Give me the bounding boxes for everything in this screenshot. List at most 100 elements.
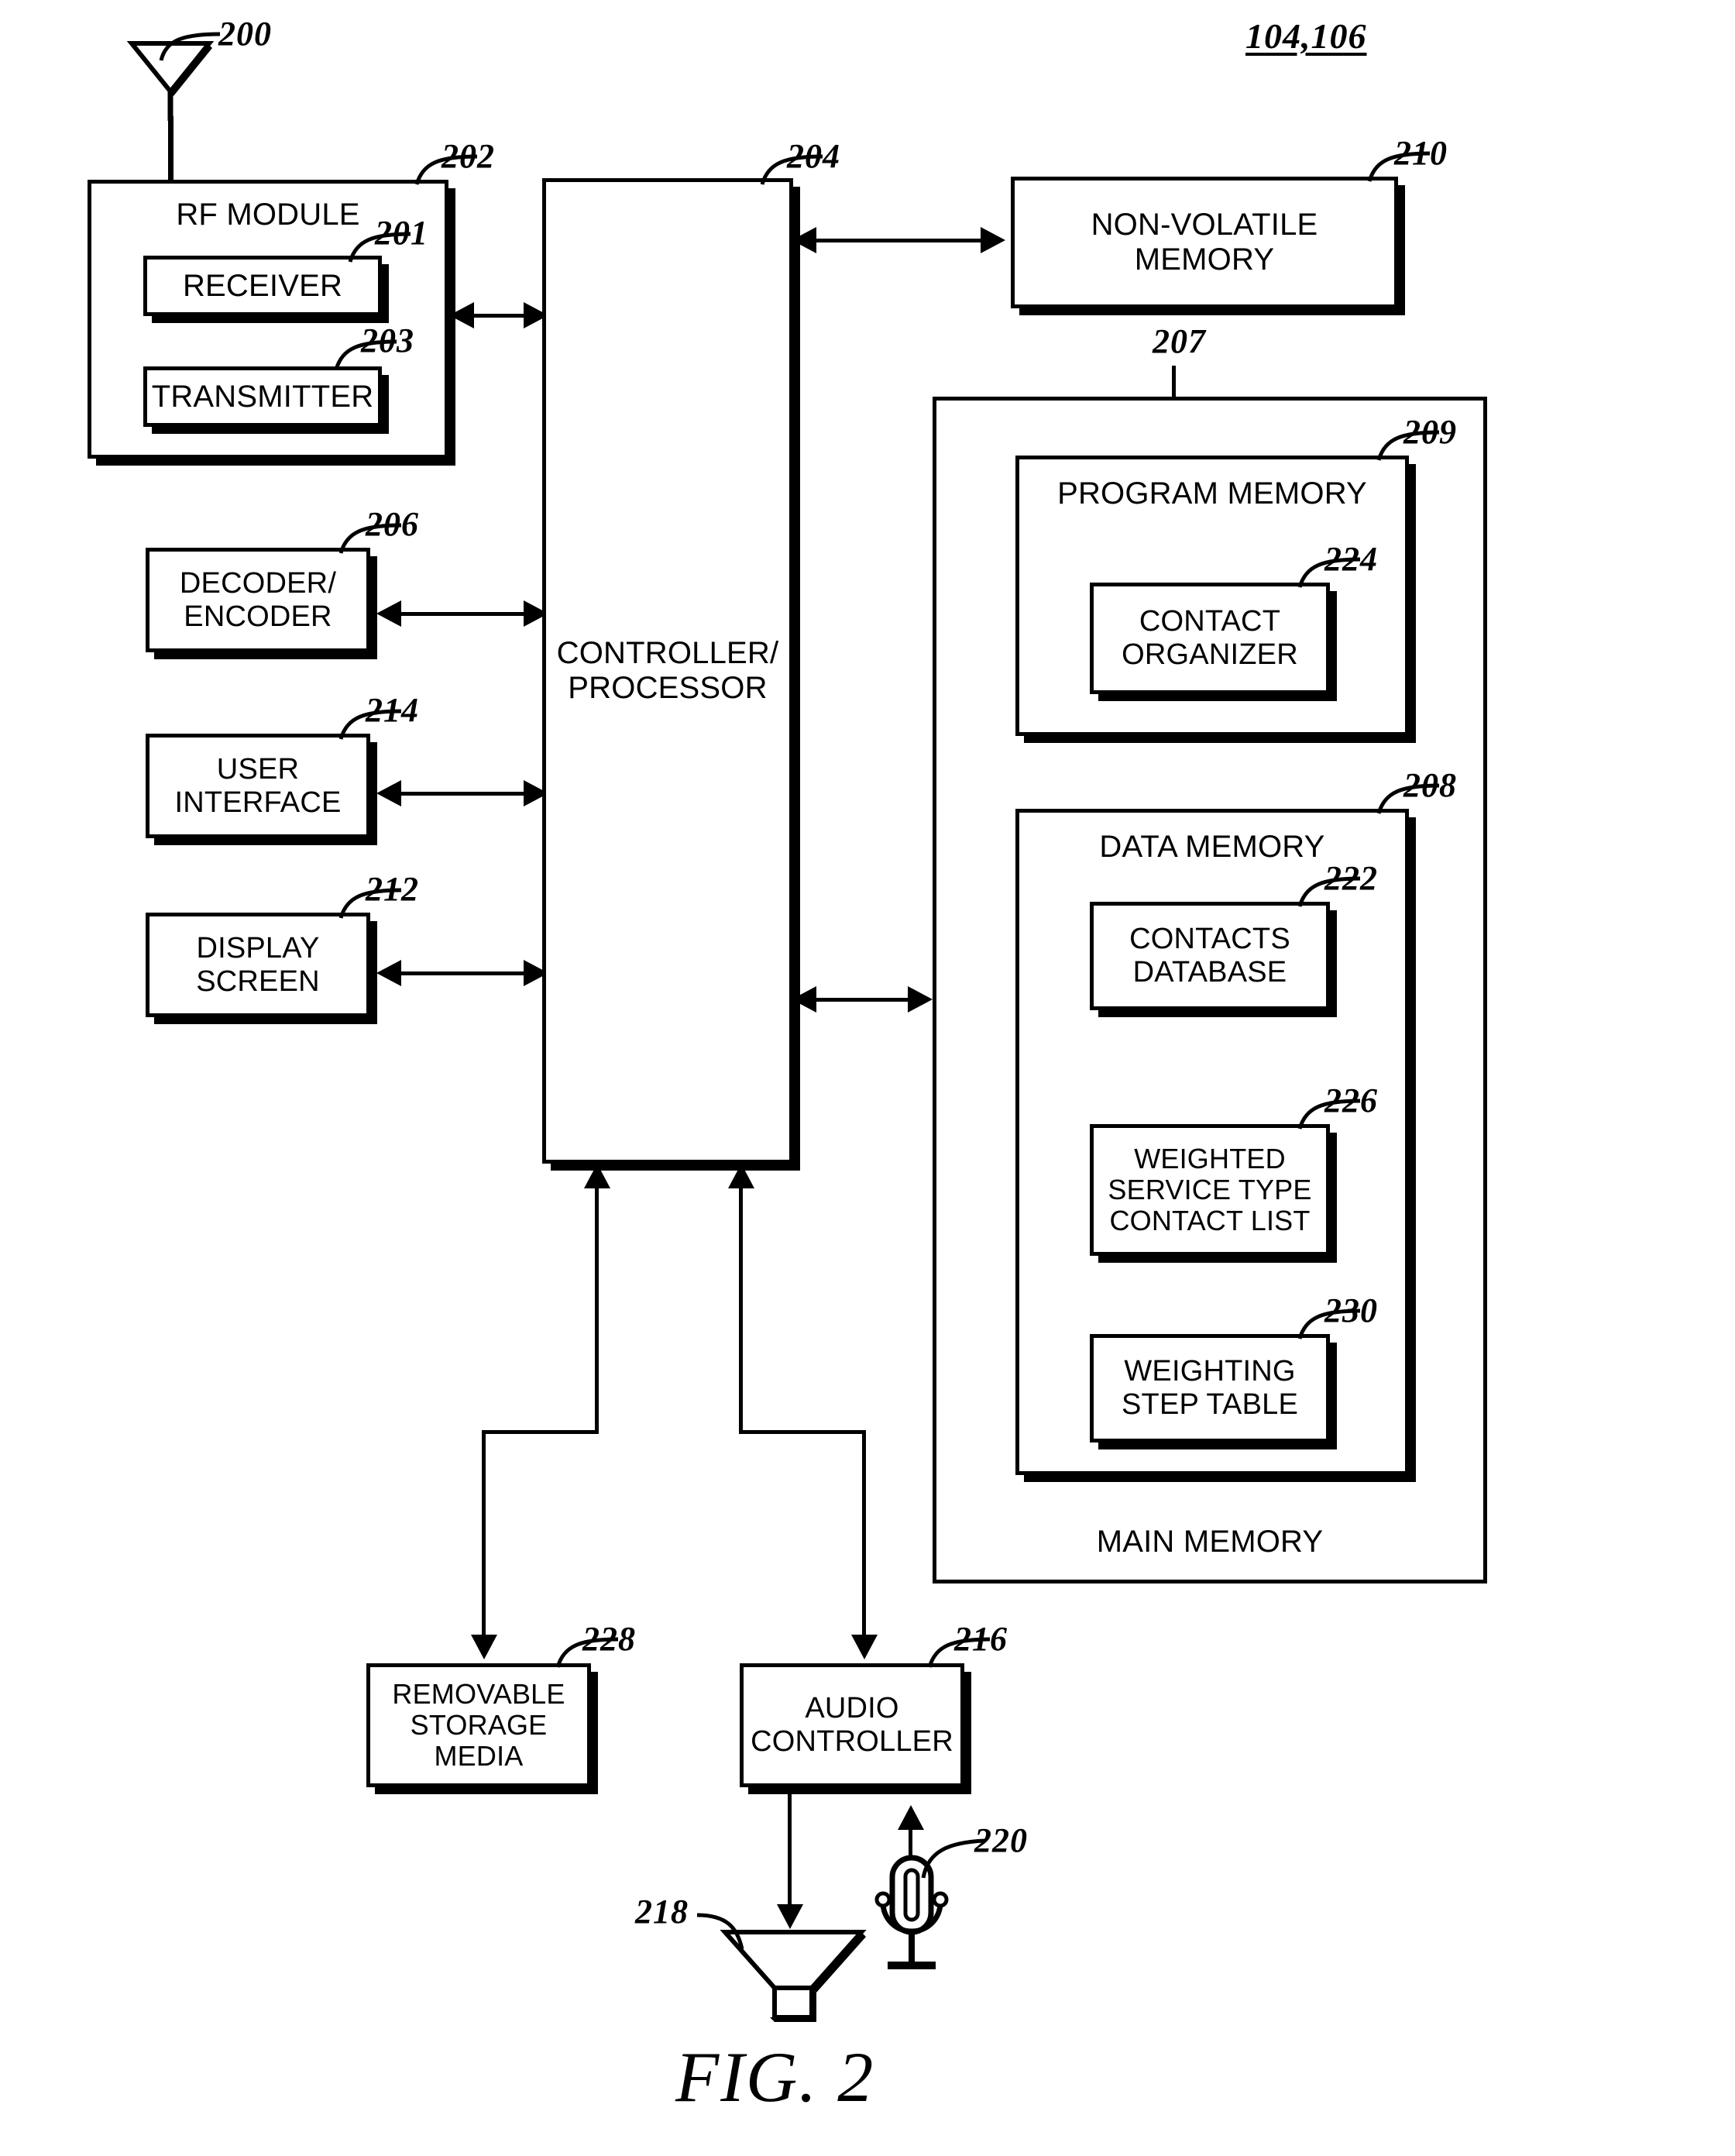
audio-bus-arrowhead-up xyxy=(728,1164,754,1188)
weighting-step-table-box: WEIGHTING STEP TABLE xyxy=(1090,1334,1330,1442)
reference-numeral-214: 214 xyxy=(366,691,419,729)
display-controller-link-line xyxy=(390,971,545,975)
mainmemory-arrowhead-left xyxy=(792,986,816,1013)
removable-storage-arrowhead-down xyxy=(471,1635,497,1659)
controller-processor-label: CONTROLLER/ PROCESSOR xyxy=(546,636,789,706)
reference-numeral-226: 226 xyxy=(1324,1081,1378,1119)
decoder-controller-link-line xyxy=(390,612,545,616)
audio-controller-label-line2: CONTROLLER xyxy=(751,1725,953,1758)
audio-bus-horizontal xyxy=(739,1430,866,1434)
reference-numeral-104-106: 104,106 xyxy=(1245,16,1367,56)
speaker-arrowhead-down xyxy=(777,1904,803,1929)
removable-storage-label-line3: MEDIA xyxy=(434,1740,524,1773)
decoder-arrowhead-left xyxy=(376,600,401,627)
figure-caption: FIG. 2 xyxy=(675,2037,875,2116)
weighted-list-label-line3: CONTACT LIST xyxy=(1109,1205,1311,1237)
user-interface-label: USER INTERFACE xyxy=(149,753,366,819)
audio-controller-box: AUDIO CONTROLLER xyxy=(740,1663,964,1787)
decoder-encoder-box: DECODER/ ENCODER xyxy=(146,548,370,652)
weighted-list-label: WEIGHTED SERVICE TYPE CONTACT LIST xyxy=(1094,1143,1326,1237)
receiver-box: RECEIVER xyxy=(143,256,382,316)
audio-bus-vertical-upper xyxy=(739,1188,743,1433)
program-memory-label: PROGRAM MEMORY xyxy=(1057,476,1367,511)
contact-organizer-label-line2: ORGANIZER xyxy=(1122,638,1298,671)
reference-numeral-209: 209 xyxy=(1403,413,1457,451)
contact-organizer-label-line1: CONTACT xyxy=(1139,605,1281,638)
microphone-arrowhead-up xyxy=(898,1805,924,1830)
reference-numeral-216: 216 xyxy=(954,1620,1008,1658)
receiver-label: RECEIVER xyxy=(182,268,343,303)
reference-numeral-228: 228 xyxy=(582,1620,636,1658)
non-volatile-memory-label: NON-VOLATILE MEMORY xyxy=(1015,208,1394,277)
audio-controller-arrowhead-down xyxy=(851,1635,878,1659)
audio-controller-label-line1: AUDIO xyxy=(805,1692,899,1725)
reference-numeral-222: 222 xyxy=(1324,859,1378,897)
weighting-step-table-label: WEIGHTING STEP TABLE xyxy=(1094,1355,1326,1421)
reference-numeral-207: 207 xyxy=(1153,322,1206,360)
transmitter-label: TRANSMITTER xyxy=(151,379,374,414)
display-screen-label-line2: SCREEN xyxy=(196,965,320,998)
weighting-step-table-label-line2: STEP TABLE xyxy=(1122,1388,1298,1421)
lead-line-218 xyxy=(696,1913,744,1950)
contacts-database-label-line2: DATABASE xyxy=(1132,956,1287,989)
removable-storage-media-box: REMOVABLE STORAGE MEDIA xyxy=(366,1663,591,1787)
antenna-stem-line xyxy=(168,116,174,181)
contacts-database-box: CONTACTS DATABASE xyxy=(1090,902,1330,1010)
audio-bus-vertical-lower xyxy=(862,1430,866,1638)
removable-storage-label: REMOVABLE STORAGE MEDIA xyxy=(370,1677,587,1773)
controller-nvm-link-line xyxy=(806,239,1001,242)
rf-controller-arrowhead-left xyxy=(449,302,474,328)
display-screen-box: DISPLAY SCREEN xyxy=(146,913,370,1017)
nvm-arrowhead-left xyxy=(792,227,816,253)
mainmemory-arrowhead-right xyxy=(908,986,933,1013)
weighted-list-label-line1: WEIGHTED xyxy=(1134,1142,1286,1174)
storage-bus-arrowhead-up xyxy=(584,1164,610,1188)
reference-numeral-204: 204 xyxy=(787,137,840,175)
decoder-encoder-label-line1: DECODER/ xyxy=(179,566,337,600)
reference-numeral-203: 203 xyxy=(361,322,414,359)
decoder-encoder-label-line2: ENCODER xyxy=(184,600,332,633)
reference-numeral-201: 201 xyxy=(375,214,428,252)
reference-numeral-212: 212 xyxy=(366,870,419,908)
user-interface-label-line2: INTERFACE xyxy=(174,786,342,819)
contact-organizer-label: CONTACT ORGANIZER xyxy=(1094,605,1326,671)
reference-numeral-224: 224 xyxy=(1324,540,1378,578)
contacts-database-label-line1: CONTACTS xyxy=(1129,923,1290,956)
contacts-database-label: CONTACTS DATABASE xyxy=(1094,923,1326,989)
patent-figure-page: 104,106 200 RF MODULE 202 RECEIVER 201 T… xyxy=(0,0,1735,2156)
reference-numeral-206: 206 xyxy=(366,505,419,543)
controller-label-line1: CONTROLLER/ xyxy=(556,636,779,671)
display-screen-label: DISPLAY SCREEN xyxy=(149,932,366,998)
weighting-step-table-label-line1: WEIGHTING xyxy=(1124,1355,1296,1388)
controller-processor-box: CONTROLLER/ PROCESSOR xyxy=(542,178,793,1164)
ui-controller-link-line xyxy=(390,792,545,796)
display-screen-label-line1: DISPLAY xyxy=(196,931,320,965)
reference-numeral-208: 208 xyxy=(1403,766,1457,804)
decoder-encoder-label: DECODER/ ENCODER xyxy=(149,567,366,633)
weighted-service-type-contact-list-box: WEIGHTED SERVICE TYPE CONTACT LIST xyxy=(1090,1124,1330,1256)
speaker-link-line xyxy=(788,1791,792,1907)
user-interface-box: USER INTERFACE xyxy=(146,734,370,838)
reference-numeral-202: 202 xyxy=(441,137,495,175)
display-arrowhead-left xyxy=(376,960,401,986)
contact-organizer-box: CONTACT ORGANIZER xyxy=(1090,583,1330,694)
ui-arrowhead-left xyxy=(376,780,401,806)
nvm-arrowhead-right xyxy=(981,227,1005,253)
nvm-label-line1: NON-VOLATILE xyxy=(1091,208,1318,242)
reference-numeral-218: 218 xyxy=(635,1893,689,1931)
removable-storage-label-line1: REMOVABLE xyxy=(392,1677,565,1710)
storage-bus-vertical-lower xyxy=(482,1430,486,1638)
reference-numeral-200: 200 xyxy=(218,15,272,53)
nvm-label-line2: MEMORY xyxy=(1134,242,1275,277)
transmitter-box: TRANSMITTER xyxy=(143,366,382,427)
reference-numeral-220: 220 xyxy=(974,1821,1028,1859)
storage-bus-vertical-upper xyxy=(595,1188,599,1433)
storage-bus-horizontal xyxy=(482,1430,599,1434)
controller-label-line2: PROCESSOR xyxy=(568,671,768,705)
reference-numeral-210: 210 xyxy=(1394,134,1448,172)
weighted-list-label-line2: SERVICE TYPE xyxy=(1108,1173,1312,1205)
non-volatile-memory-box: NON-VOLATILE MEMORY xyxy=(1011,177,1398,308)
lead-stem-207 xyxy=(1172,366,1176,398)
user-interface-label-line1: USER xyxy=(216,752,300,786)
audio-controller-label: AUDIO CONTROLLER xyxy=(744,1692,960,1758)
